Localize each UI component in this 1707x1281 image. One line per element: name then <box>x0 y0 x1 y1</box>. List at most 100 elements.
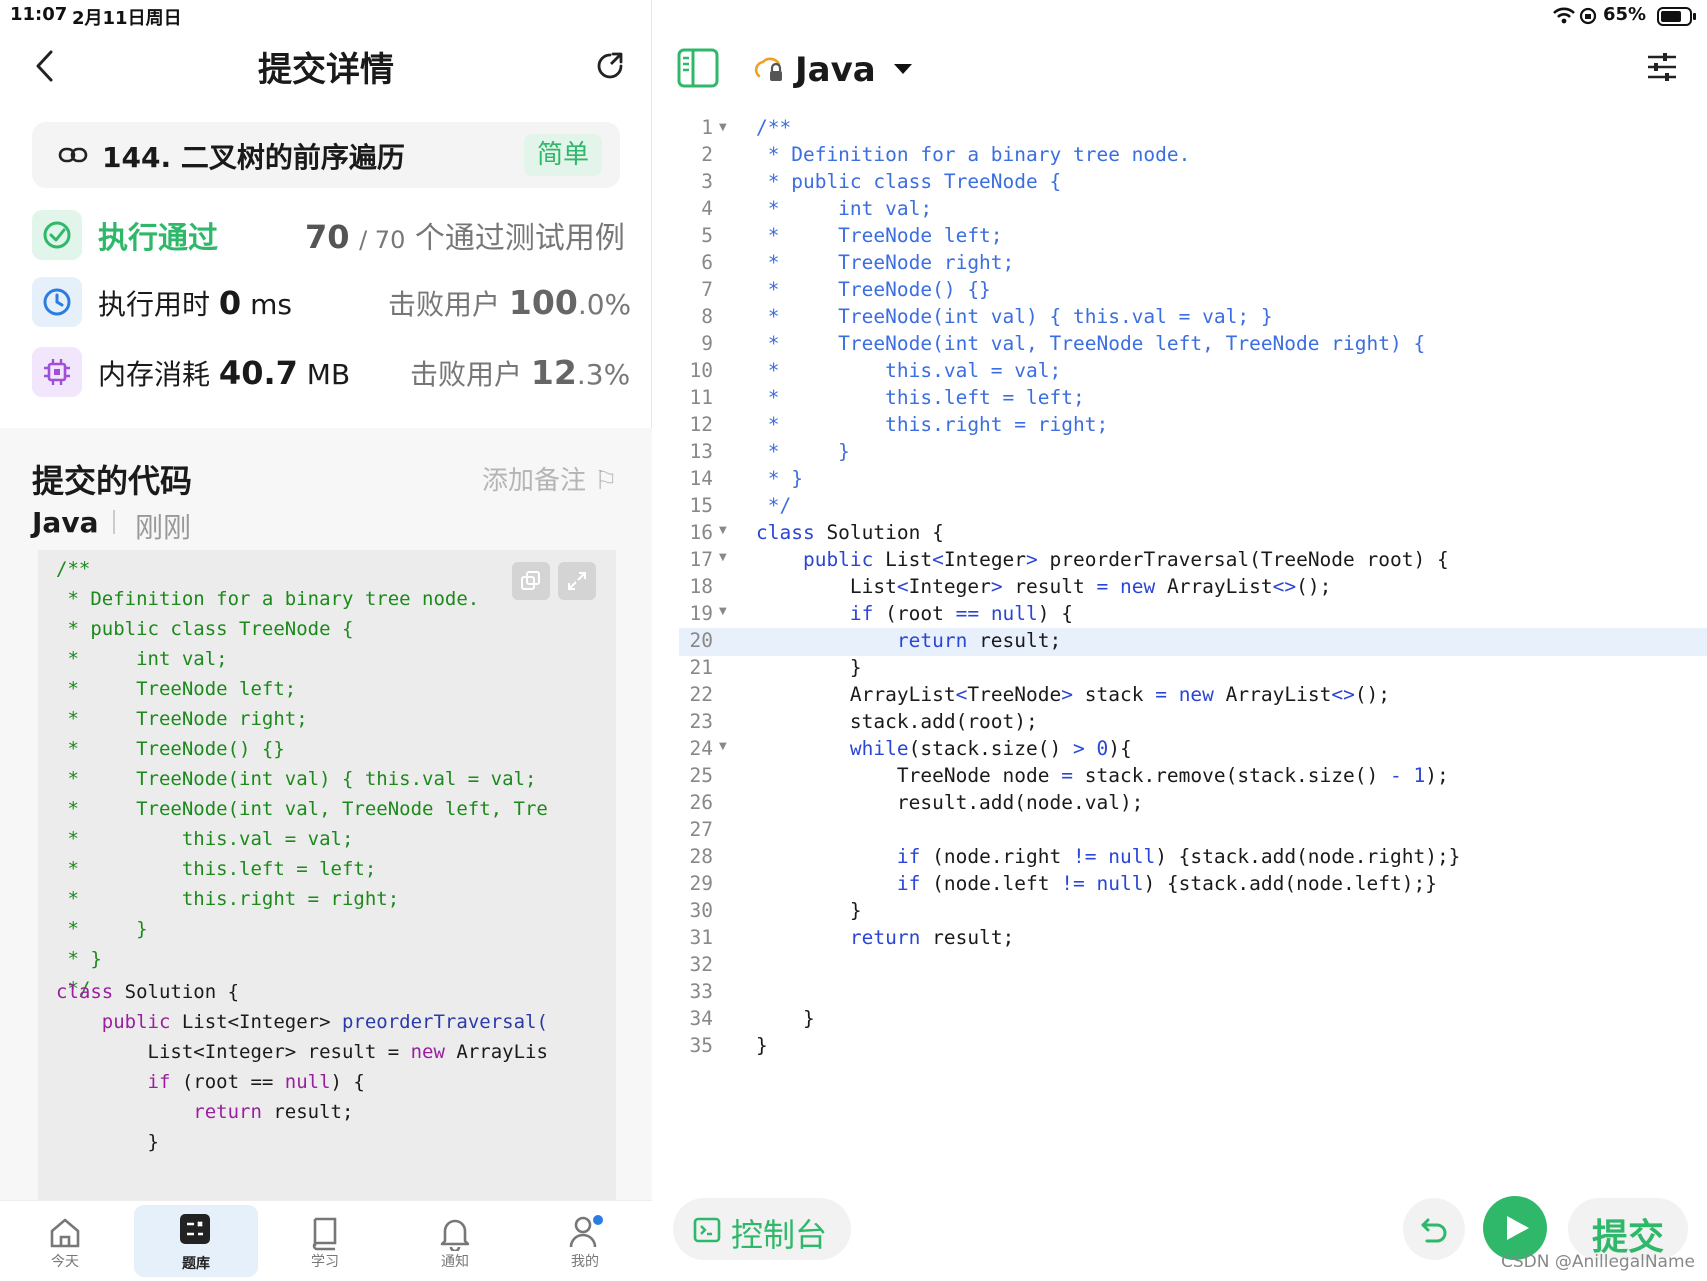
memory-icon-box <box>32 347 82 397</box>
tab-label: 学习 <box>311 1254 339 1270</box>
code-line: if (node.left != null) {stack.add(node.l… <box>756 872 1437 895</box>
code-line: * } <box>756 440 850 463</box>
memory-beat-value: 12 <box>530 353 577 392</box>
flag-icon: ⚐ <box>594 466 618 496</box>
code-line: * int val; <box>756 197 933 220</box>
code-line: * this.val = val; <box>756 359 1062 382</box>
memory-value: 40.7 <box>218 354 298 392</box>
code-line: while(stack.size() > 0){ <box>756 737 1132 760</box>
code-line: if (node.right != null) {stack.add(node.… <box>756 845 1461 868</box>
runtime-beat: 击败用户 100.0% <box>388 283 631 323</box>
submission-detail-pane: 11:07 2月11日周日 提交详情 144. 二叉树的前序遍历 简单 执行通过… <box>0 0 652 1280</box>
passed-label: 个通过测试用例 <box>414 221 625 256</box>
code-line: * TreeNode(int val) { this.val = val; } <box>756 305 1273 328</box>
expand-button[interactable] <box>558 562 596 600</box>
code-line: * TreeNode(int val) { this.val = val; <box>56 768 537 790</box>
home-icon <box>50 1218 80 1248</box>
problem-card[interactable]: 144. 二叉树的前序遍历 简单 <box>32 122 620 188</box>
code-line: } <box>56 1131 159 1153</box>
copy-icon <box>521 571 540 590</box>
code-line: * Definition for a binary tree node. <box>56 588 480 610</box>
result-status: 执行通过 <box>98 221 218 256</box>
play-icon <box>1507 1216 1529 1240</box>
code-line: } <box>756 899 862 922</box>
terminal-icon <box>693 1217 721 1243</box>
code-line: * TreeNode left; <box>756 224 1003 247</box>
code-line: List<Integer> result = new ArrayLis <box>56 1041 548 1063</box>
code-line: class Solution { <box>756 521 944 544</box>
code-line: * this.left = left; <box>56 858 377 880</box>
console-button[interactable]: 控制台 <box>673 1198 851 1260</box>
add-note-button[interactable]: 添加备注 ⚐ <box>482 460 618 497</box>
refresh-icon <box>597 52 623 79</box>
code-line: * TreeNode right; <box>56 708 308 730</box>
tab-label: 我的 <box>571 1254 599 1270</box>
code-editor-pane: 65% Java 1 2 3 4 5 6 7 8 9 10 11 12 13 14 15 16 17 18 19 20… <box>653 0 1707 1280</box>
clock-icon <box>43 288 71 316</box>
back-button[interactable] <box>30 46 60 86</box>
code-area[interactable]: /** * Definition for a binary tree node.… <box>653 0 1707 1100</box>
console-label: 控制台 <box>731 1216 828 1254</box>
refresh-button[interactable] <box>594 50 626 82</box>
passed-count: 70 <box>305 218 350 256</box>
code-line: * int val; <box>56 648 228 670</box>
runtime-beat-unit: .0% <box>577 288 632 321</box>
code-line: return result; <box>756 629 1062 652</box>
code-line: class Solution { <box>56 981 240 1003</box>
tab-label: 今天 <box>51 1254 79 1270</box>
difficulty-badge: 简单 <box>524 134 602 176</box>
code-section: 提交的代码 添加备注 ⚐ Java 刚刚 /** * Definition fo… <box>0 428 652 1200</box>
tab-notifications[interactable]: 通知 <box>400 1201 510 1281</box>
tab-learn[interactable]: 学习 <box>270 1201 380 1281</box>
tab-me[interactable]: 我的 <box>530 1201 640 1281</box>
code-line: * } <box>756 467 803 490</box>
submit-button[interactable]: 提交 <box>1568 1198 1688 1260</box>
code-line: * } <box>56 948 102 970</box>
code-line: /** <box>756 116 792 139</box>
code-line: */ <box>756 494 792 517</box>
total-count: / 70 <box>359 226 406 254</box>
user-icon <box>569 1215 603 1248</box>
tab-today[interactable]: 今天 <box>10 1201 120 1281</box>
code-line: ArrayList<TreeNode> stack = new ArrayLis… <box>756 683 1391 706</box>
page-title: 提交详情 <box>258 50 394 90</box>
undo-button[interactable] <box>1403 1198 1465 1260</box>
code-line: * Definition for a binary tree node. <box>756 143 1191 166</box>
code-line: * public class TreeNode { <box>756 170 1062 193</box>
add-note-label: 添加备注 <box>482 466 587 496</box>
code-line: List<Integer> result = new ArrayList<>()… <box>756 575 1332 598</box>
runtime-label: 执行用时 <box>98 288 211 321</box>
book-icon <box>312 1217 337 1251</box>
expand-icon <box>568 572 586 590</box>
code-line: TreeNode node = stack.remove(stack.size(… <box>756 764 1449 787</box>
memory-unit: MB <box>306 358 351 391</box>
status-time: 11:07 <box>10 4 68 25</box>
code-line: * public class TreeNode { <box>56 618 354 640</box>
tab-label: 通知 <box>441 1254 469 1270</box>
memory-beat: 击败用户 12.3% <box>410 353 630 393</box>
runtime-icon-box <box>32 277 82 327</box>
chip-icon <box>44 359 70 385</box>
memory-label: 内存消耗 <box>98 358 211 391</box>
chevron-left-icon <box>36 50 53 82</box>
problems-icon <box>180 1214 210 1244</box>
code-line: return result; <box>56 1101 354 1123</box>
status-date: 2月11日周日 <box>72 8 182 29</box>
code-line: * } <box>56 918 148 940</box>
bell-icon <box>440 1219 470 1251</box>
code-line: * TreeNode left; <box>56 678 297 700</box>
code-section-title: 提交的代码 <box>32 462 193 500</box>
undo-icon <box>1421 1218 1447 1243</box>
tab-problems[interactable]: 题库 <box>134 1205 258 1277</box>
code-line: * TreeNode() {} <box>56 738 285 760</box>
memory-beat-unit: .3% <box>576 358 631 391</box>
code-line: if (root == null) { <box>756 602 1074 625</box>
runtime-beat-label: 击败用户 <box>388 288 501 321</box>
run-button[interactable] <box>1483 1196 1547 1260</box>
copy-button[interactable] <box>512 562 550 600</box>
status-icon-box <box>32 210 82 260</box>
memory-text: 内存消耗 40.7 MB <box>98 353 350 393</box>
code-line: return result; <box>756 926 1015 949</box>
code-line: * this.val = val; <box>56 828 354 850</box>
watermark: CSDN @AnillegalName <box>1501 1252 1695 1272</box>
